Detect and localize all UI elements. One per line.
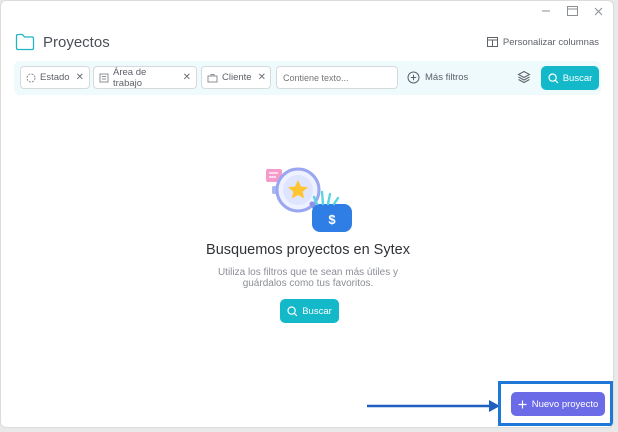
remove-filter-icon[interactable]: ✕ — [76, 72, 84, 83]
customize-columns-label: Personalizar columnas — [502, 36, 599, 48]
status-circle-icon — [26, 73, 36, 83]
close-icon[interactable] — [591, 4, 605, 18]
saved-filters-icon[interactable] — [517, 70, 531, 84]
empty-state-search-label: Buscar — [302, 305, 332, 317]
maximize-icon[interactable] — [565, 4, 579, 18]
filter-chip-area-de-trabajo[interactable]: Área de trabajo ✕ — [93, 66, 197, 89]
empty-state-subtitle-line: Utiliza los filtros que te sean más útil… — [217, 267, 399, 278]
empty-state-title: Busquemos proyectos en Sytex — [206, 242, 410, 258]
columns-icon — [486, 37, 498, 47]
filter-chip-estado[interactable]: Estado ✕ — [20, 66, 90, 89]
filter-chip-label: Área de trabajo — [113, 66, 147, 89]
empty-state-subtitle-line: guárdalos como tus favoritos. — [242, 278, 374, 289]
new-project-label: Nuevo proyecto — [531, 398, 599, 410]
search-button-label: Buscar — [562, 72, 593, 84]
new-project-button[interactable]: Nuevo proyecto — [511, 392, 605, 416]
plus-circle-icon — [407, 71, 420, 84]
filter-chip-cliente[interactable]: Cliente ✕ — [201, 66, 271, 89]
workarea-icon — [99, 73, 109, 83]
plus-icon — [518, 400, 527, 408]
empty-state-subtitle: Utiliza los filtros que te sean más útil… — [1, 267, 613, 289]
minimize-icon[interactable] — [539, 4, 553, 18]
svg-text:$: $ — [328, 212, 336, 227]
more-filters-label: Más filtros — [425, 72, 469, 83]
customize-columns-button[interactable]: Personalizar columnas — [486, 36, 599, 48]
filter-chip-label: Cliente — [222, 72, 252, 83]
pointer-arrow — [367, 400, 500, 412]
search-icon — [287, 305, 298, 316]
search-illustration: $ — [266, 167, 352, 232]
filter-chip-label: Estado — [40, 72, 70, 83]
page-header: Proyectos Personalizar columnas — [15, 31, 599, 53]
briefcase-icon — [207, 73, 218, 83]
window-controls — [539, 4, 605, 18]
search-input[interactable] — [276, 66, 398, 89]
search-button[interactable]: Buscar — [541, 66, 599, 90]
filter-bar: Estado ✕ Área de trabajo ✕ Cliente ✕ Más… — [14, 61, 601, 95]
remove-filter-icon[interactable]: ✕ — [258, 72, 266, 83]
more-filters-button[interactable]: Más filtros — [407, 66, 468, 89]
folder-icon — [15, 33, 35, 51]
remove-filter-icon[interactable]: ✕ — [183, 72, 191, 83]
search-icon — [548, 72, 559, 83]
page-title: Proyectos — [43, 33, 110, 51]
empty-state-search-button[interactable]: Buscar — [280, 299, 339, 323]
projects-window: Proyectos Personalizar columnas Estado ✕… — [0, 0, 614, 428]
